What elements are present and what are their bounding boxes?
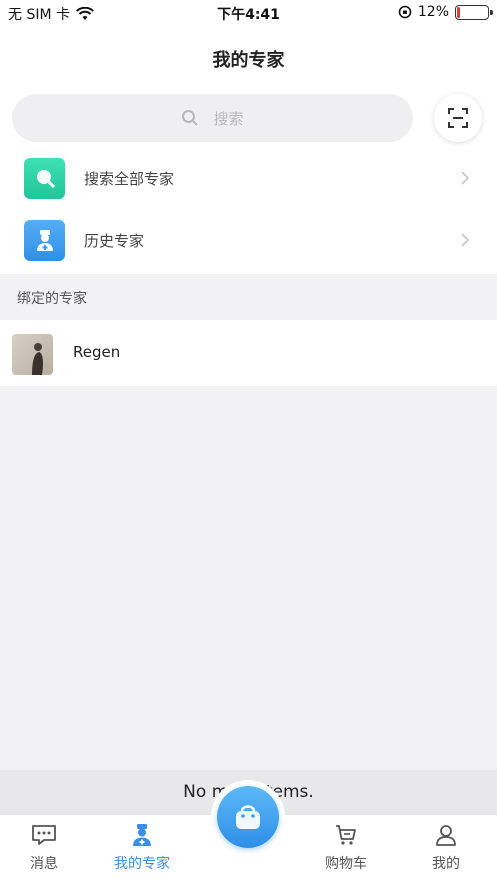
battery-percent: 12% [417,4,449,20]
menu-item-label: 历史专家 [84,231,145,250]
chevron-right-icon [461,171,469,185]
doctor-icon [36,230,53,251]
menu-icon-doctor [24,219,65,261]
page-title: 我的专家 [212,50,285,71]
menu-list: 搜索全部专家 历史专家 [0,148,497,274]
menu-item-history[interactable]: 历史专家 [0,210,497,270]
tab-profile[interactable]: 我的 [432,823,460,873]
tab-label: 购物车 [325,856,367,872]
nav-bar: 我的专家 [0,26,497,90]
menu-item-label: 搜索全部专家 [84,169,175,188]
tab-messages[interactable]: 消息 [30,823,58,873]
tab-label: 我的专家 [114,856,170,872]
profile-icon [436,825,456,846]
battery-level [457,6,460,18]
menu-icon-search [24,157,65,199]
search-area: 搜索 [0,90,497,148]
tab-label: 我的 [432,856,460,872]
search-input[interactable]: 搜索 [12,94,413,142]
section-title: 绑定的专家 [17,291,87,307]
section-header: 绑定的专家 [0,274,497,320]
tab-label: 消息 [30,856,58,872]
menu-item-search-all[interactable]: 搜索全部专家 [0,148,497,208]
search-icon [182,110,199,126]
tab-my-experts[interactable]: 我的专家 [114,823,170,873]
shopping-bag-icon [236,805,260,829]
search-placeholder: 搜索 [213,109,244,128]
status-bar: 无 SIM 卡 下午4:41 12% [0,0,497,26]
expert-row[interactable]: Regen [0,320,497,386]
expert-icon [133,824,151,846]
message-icon [32,825,56,845]
avatar-image [32,343,43,375]
center-shop-button[interactable] [211,780,285,854]
battery-group: 12% [398,4,493,20]
avatar [12,334,53,375]
scan-icon [448,108,468,128]
expert-name: Regen [73,343,121,361]
search-icon [36,170,55,189]
battery-icon [455,4,493,20]
tab-cart[interactable]: 购物车 [325,823,367,873]
center-shop-circle [217,786,279,848]
scan-button[interactable] [434,94,482,142]
rotation-lock-icon [398,5,412,19]
chevron-right-icon [461,233,469,247]
cart-icon [336,825,356,845]
